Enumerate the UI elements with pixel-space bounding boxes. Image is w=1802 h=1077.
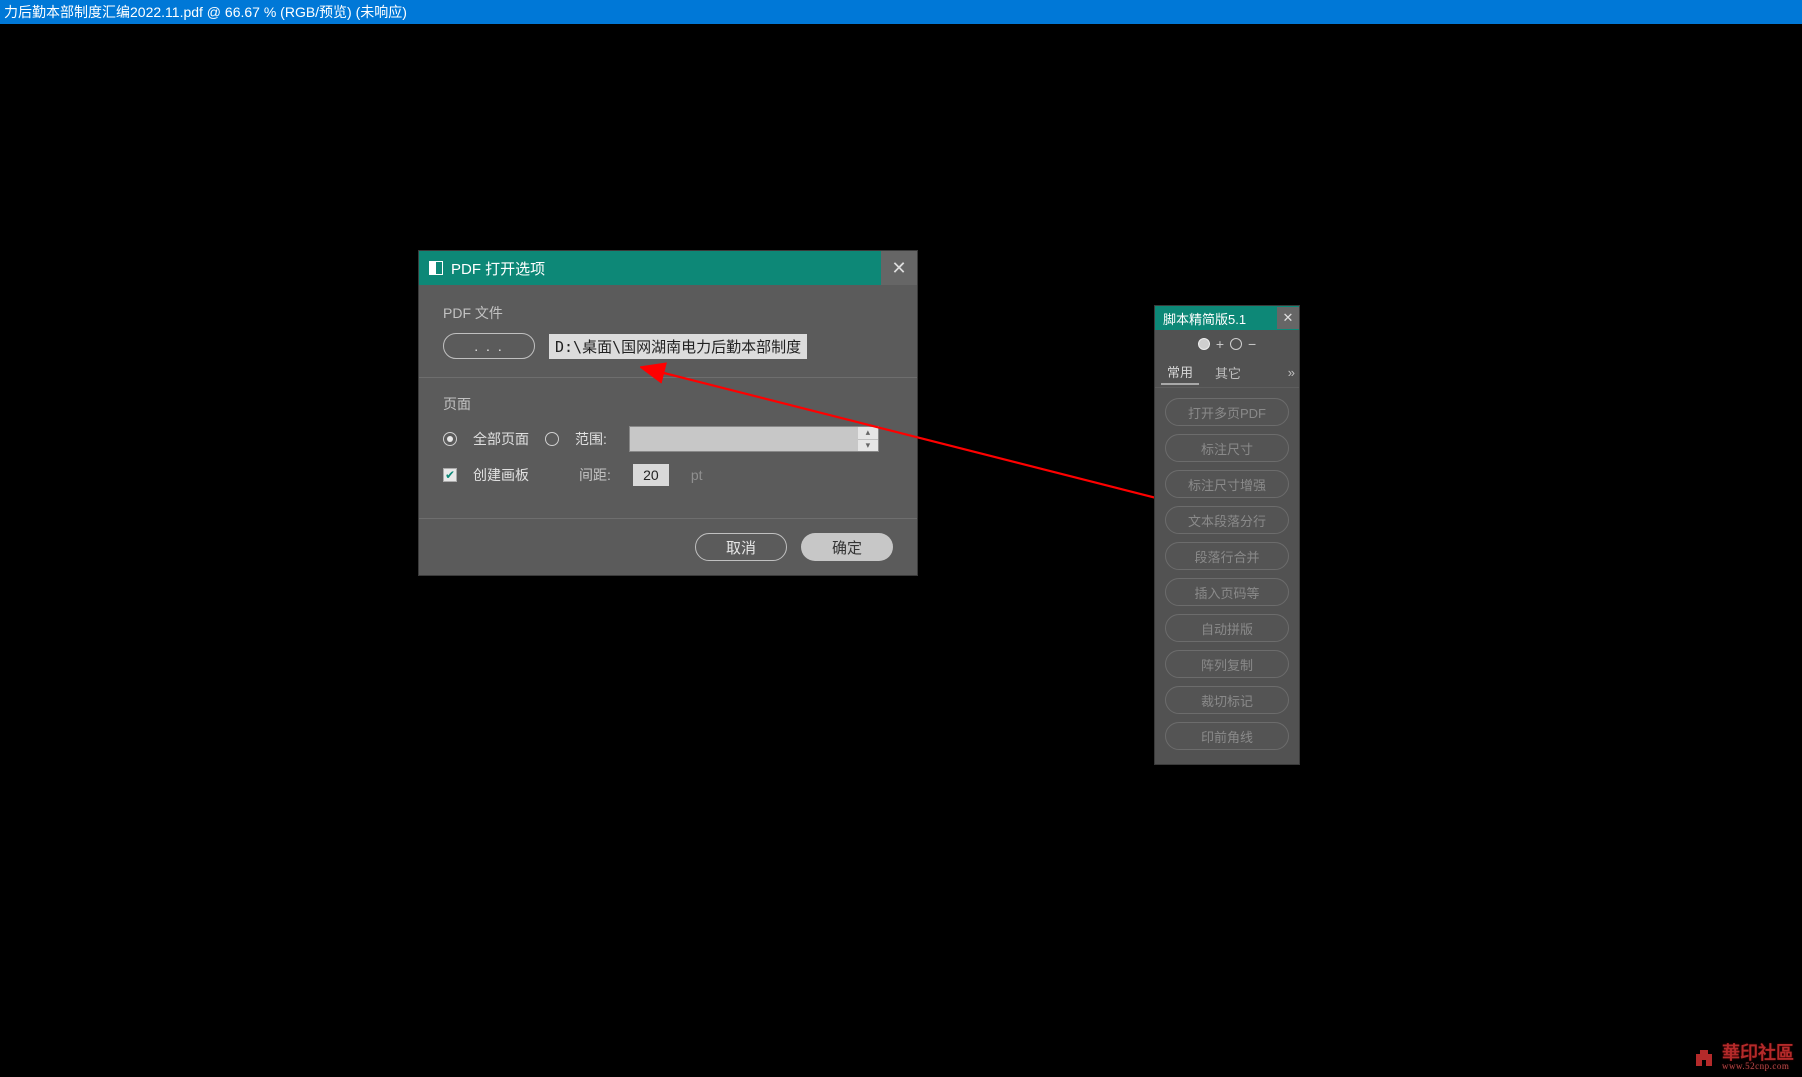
range-spinner[interactable]: ▴ ▾ [858, 427, 878, 451]
dialog-system-icon [429, 261, 443, 275]
script-panel-body: 打开多页PDF 标注尺寸 标注尺寸增强 文本段落分行 段落行合并 插入页码等 自… [1155, 388, 1299, 764]
script-auto-imposition[interactable]: 自动拼版 [1165, 614, 1289, 642]
script-mark-size[interactable]: 标注尺寸 [1165, 434, 1289, 462]
tab-common[interactable]: 常用 [1161, 360, 1199, 385]
radio-all-pages-label: 全部页面 [473, 429, 529, 449]
browse-button[interactable]: . . . [443, 333, 535, 359]
watermark-text: 華印社區 [1722, 1044, 1794, 1062]
script-insert-page-number[interactable]: 插入页码等 [1165, 578, 1289, 606]
divider [419, 377, 917, 378]
create-artboard-checkbox[interactable]: ✔ [443, 468, 457, 482]
dialog-titlebar[interactable]: PDF 打开选项 ✕ [419, 251, 917, 285]
radio-range-label: 范围: [575, 429, 607, 449]
plus-icon: + [1216, 336, 1224, 352]
dialog-title: PDF 打开选项 [451, 258, 545, 279]
script-text-paragraph-split[interactable]: 文本段落分行 [1165, 506, 1289, 534]
pdf-open-options-dialog: PDF 打开选项 ✕ PDF 文件 . . . D:\桌面\国网湖南电力后勤本部… [418, 250, 918, 576]
script-mark-size-enhanced[interactable]: 标注尺寸增强 [1165, 470, 1289, 498]
gap-label: 间距: [579, 465, 611, 485]
document-title: 力后勤本部制度汇编2022.11.pdf @ 66.67 % (RGB/预览) … [4, 4, 407, 20]
watermark-logo-icon [1692, 1046, 1716, 1070]
workspace: PDF 打开选项 ✕ PDF 文件 . . . D:\桌面\国网湖南电力后勤本部… [0, 24, 1802, 1077]
spin-down-icon[interactable]: ▾ [858, 440, 878, 452]
ok-button[interactable]: 确定 [801, 533, 893, 561]
gap-unit: pt [691, 467, 703, 483]
radio-all-pages[interactable] [443, 432, 457, 446]
watermark-url: www.52cnp.com [1722, 1062, 1794, 1071]
script-panel-tabs: 常用 其它 » [1155, 358, 1299, 388]
script-panel-titlebar[interactable]: 脚本精简版5.1 ✕ [1155, 306, 1299, 330]
script-panel-close-button[interactable]: ✕ [1277, 307, 1299, 329]
create-artboard-label: 创建画板 [473, 465, 529, 485]
radio-range[interactable] [545, 432, 559, 446]
script-panel: 脚本精简版5.1 ✕ + − 常用 其它 » 打开多页PDF 标注尺寸 标注尺寸… [1154, 305, 1300, 765]
app-titlebar: 力后勤本部制度汇编2022.11.pdf @ 66.67 % (RGB/预览) … [0, 0, 1802, 24]
tab-other[interactable]: 其它 [1209, 361, 1247, 384]
page-section-label: 页面 [443, 394, 893, 414]
cancel-button[interactable]: 取消 [695, 533, 787, 561]
minus-icon: − [1248, 336, 1256, 352]
script-crop-marks[interactable]: 裁切标记 [1165, 686, 1289, 714]
dot-empty-icon[interactable] [1230, 338, 1242, 350]
script-open-multipage-pdf[interactable]: 打开多页PDF [1165, 398, 1289, 426]
gap-value-input[interactable]: 20 [633, 464, 669, 486]
script-paragraph-merge[interactable]: 段落行合并 [1165, 542, 1289, 570]
script-prepress-corner[interactable]: 印前角线 [1165, 722, 1289, 750]
script-panel-title: 脚本精简版5.1 [1163, 309, 1246, 328]
page-range-input[interactable]: ▴ ▾ [629, 426, 879, 452]
spin-up-icon[interactable]: ▴ [858, 427, 878, 440]
dot-filled-icon[interactable] [1198, 338, 1210, 350]
tab-more-icon[interactable]: » [1288, 365, 1293, 380]
script-array-copy[interactable]: 阵列复制 [1165, 650, 1289, 678]
watermark: 華印社區 www.52cnp.com [1692, 1044, 1794, 1071]
dialog-close-button[interactable]: ✕ [881, 251, 917, 285]
file-section-label: PDF 文件 [443, 303, 893, 323]
script-panel-toolbar: + − [1155, 330, 1299, 358]
file-path-display: D:\桌面\国网湖南电力后勤本部制度 [549, 334, 807, 359]
